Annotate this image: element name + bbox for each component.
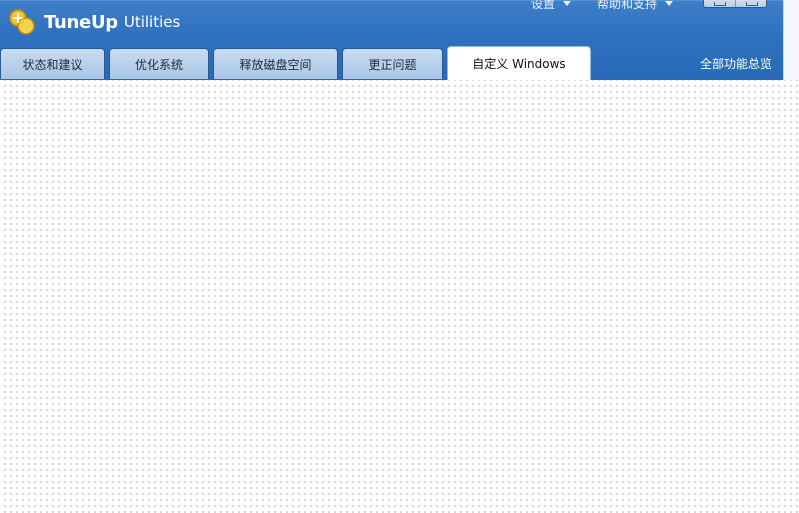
- window-edge: [783, 0, 799, 80]
- settings-menu-label: 设置: [531, 0, 556, 11]
- tab-label: 状态和建议: [22, 57, 83, 72]
- tab-label: 自定义 Windows: [472, 57, 566, 71]
- tab-label: 优化系统: [134, 57, 183, 72]
- help-menu-label: 帮助和支持: [597, 0, 658, 11]
- app-header: TuneUp Utilities 设置 帮助和支持 状态和建议 优化系统 释放磁…: [0, 0, 783, 80]
- tab-customize-windows[interactable]: 自定义 Windows: [447, 46, 591, 80]
- main-content-area: [0, 80, 799, 513]
- dropdown-caret-icon: [563, 0, 572, 6]
- tab-label: 释放磁盘空间: [239, 57, 312, 72]
- tab-fix-problems[interactable]: 更正问题: [342, 48, 443, 79]
- app-logo: TuneUp Utilities: [6, 6, 180, 38]
- brand-name: TuneUp: [44, 11, 118, 33]
- dropdown-caret-icon: [665, 0, 674, 6]
- maximize-button[interactable]: [736, 0, 767, 7]
- tab-free-disk-space[interactable]: 释放磁盘空间: [213, 48, 338, 79]
- window-controls: [703, 0, 767, 8]
- tab-optimize-system[interactable]: 优化系统: [109, 48, 209, 79]
- tab-label: 更正问题: [368, 57, 417, 72]
- settings-menu[interactable]: 设置: [531, 0, 572, 12]
- all-features-link[interactable]: 全部功能总览: [700, 55, 772, 72]
- minimize-icon: [714, 2, 727, 6]
- tuneup-logo-icon: [9, 9, 35, 35]
- tab-status-recommendations[interactable]: 状态和建议: [0, 48, 105, 79]
- help-menu[interactable]: 帮助和支持: [597, 0, 674, 12]
- minimize-button[interactable]: [704, 0, 736, 7]
- maximize-icon: [745, 2, 758, 6]
- product-name: Utilities: [123, 13, 181, 31]
